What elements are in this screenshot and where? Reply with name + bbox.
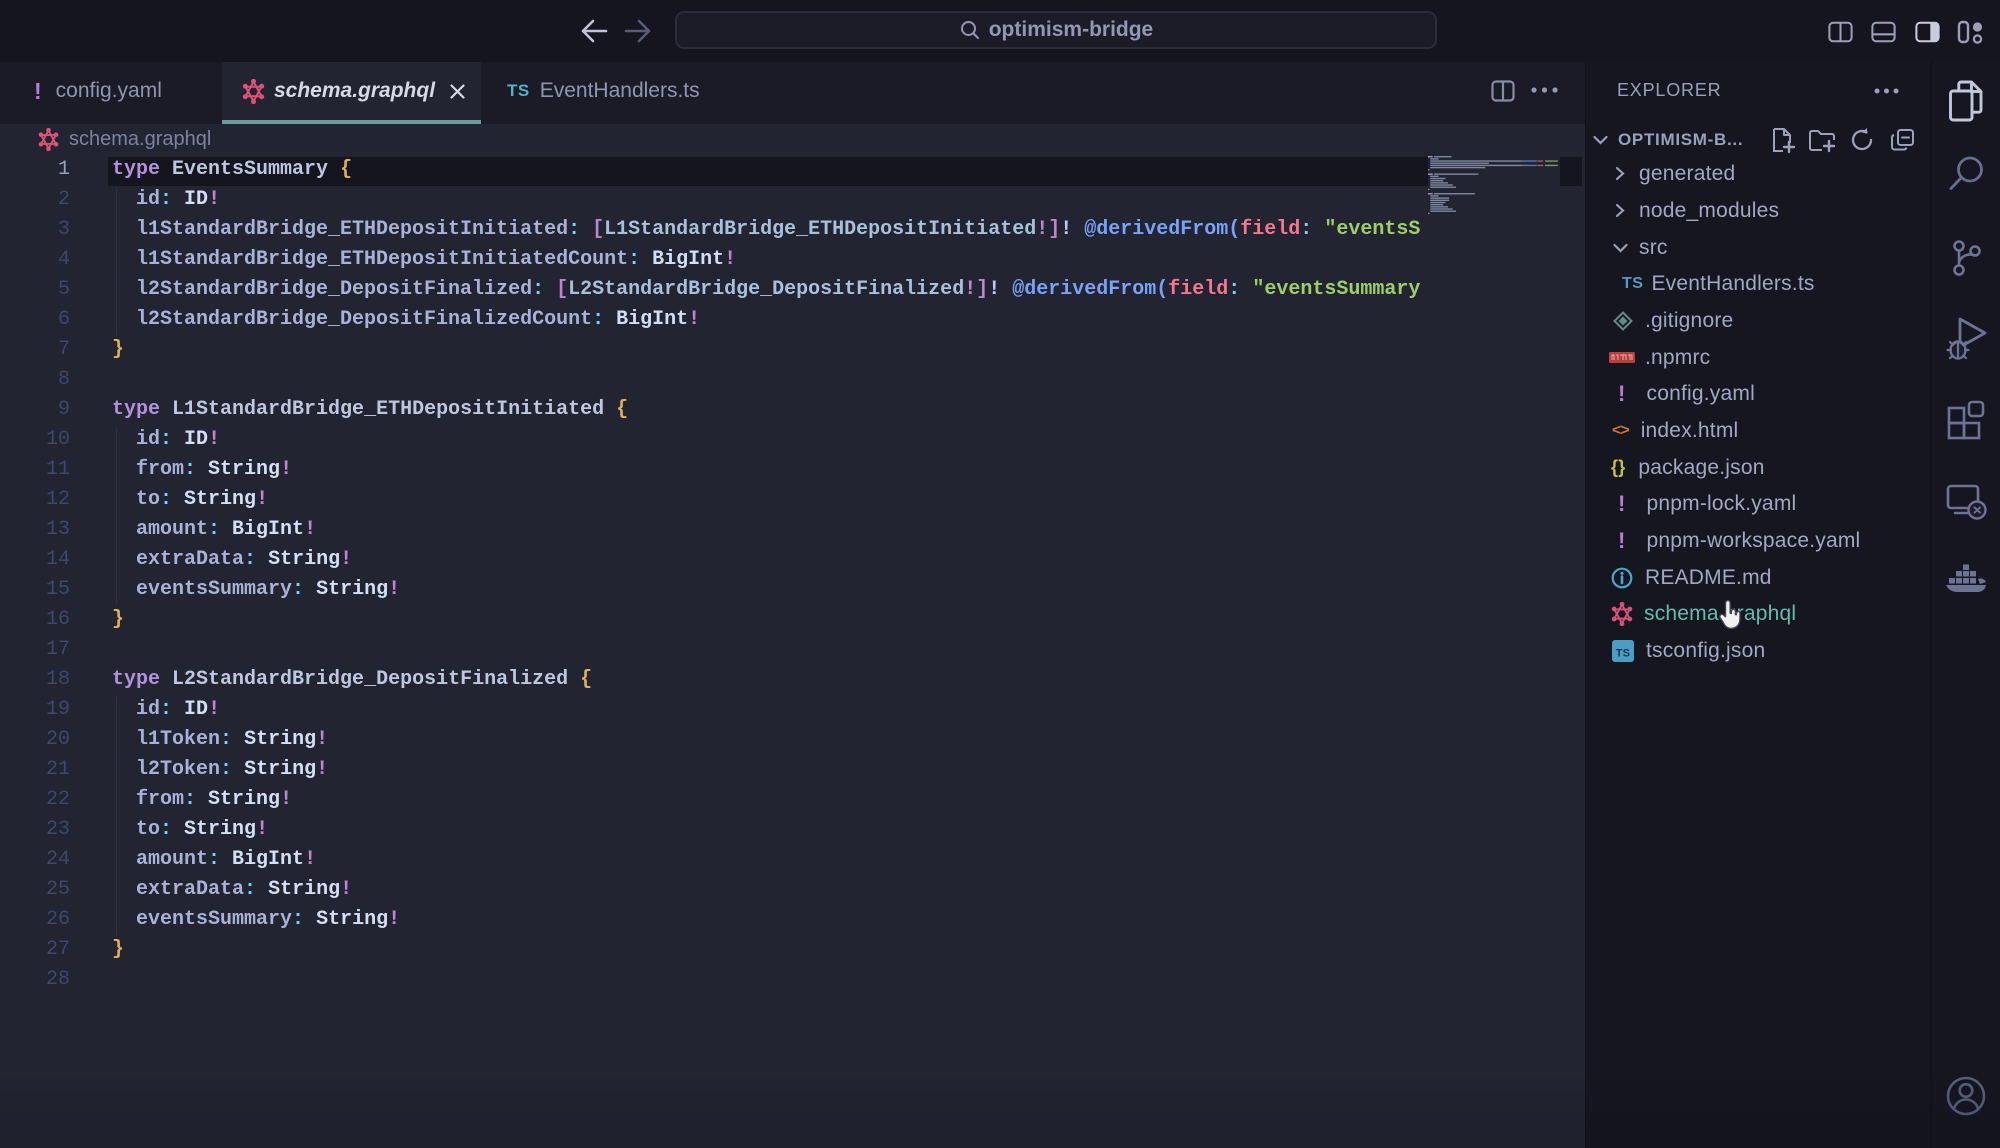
svg-text:TS: TS bbox=[1616, 647, 1630, 659]
